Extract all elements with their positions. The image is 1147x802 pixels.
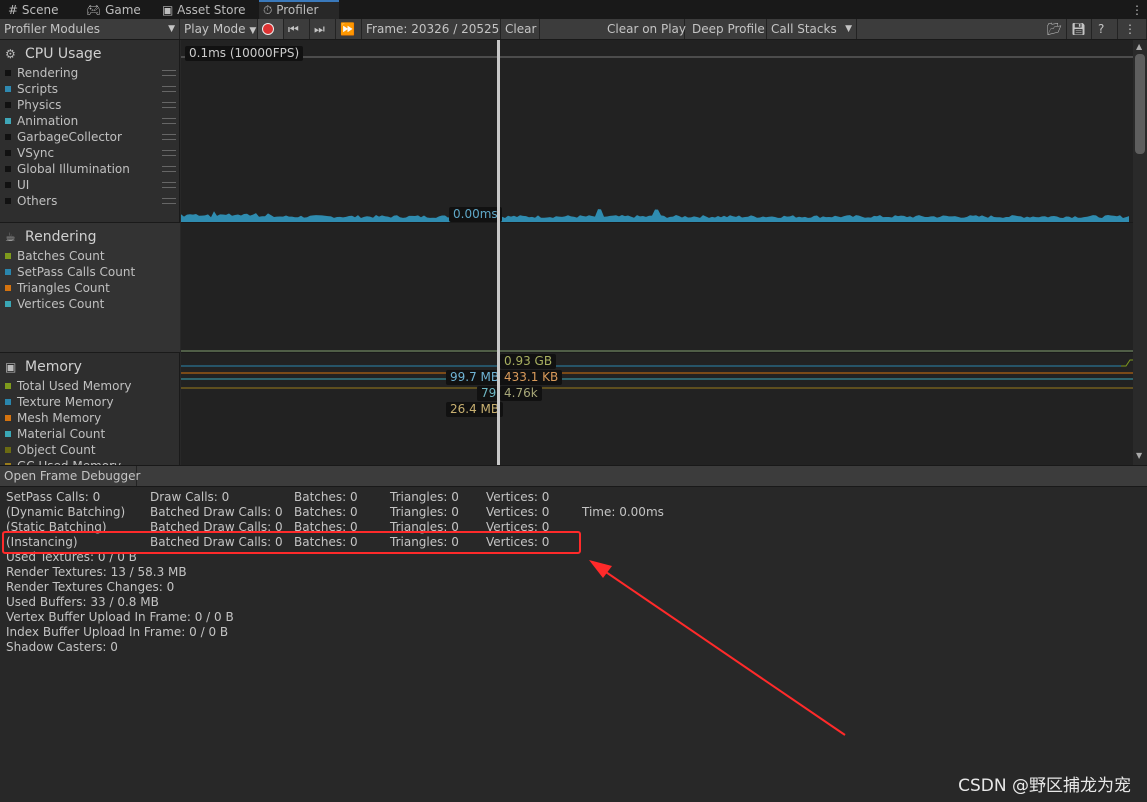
watermark: CSDN @野区捕龙为宠 [958, 776, 1131, 796]
arrow-head [589, 560, 612, 578]
arrow-shaft [599, 567, 846, 736]
annotation-arrow [589, 560, 846, 736]
